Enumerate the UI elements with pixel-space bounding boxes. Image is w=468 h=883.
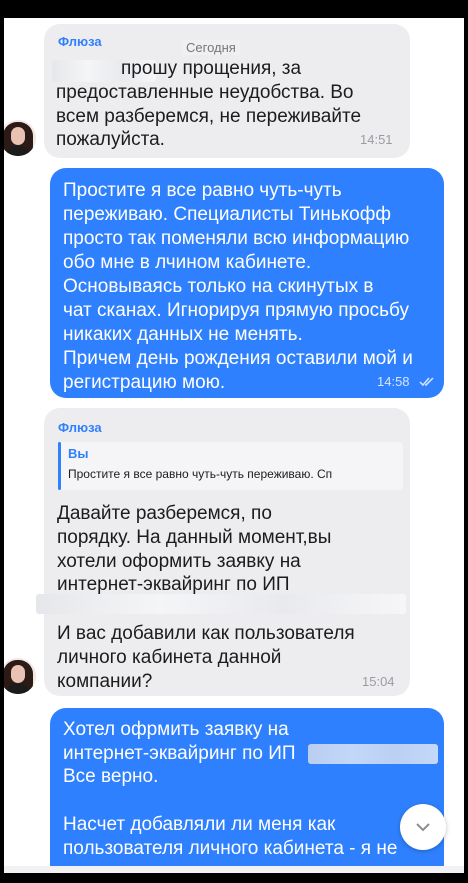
message-time: 14:58 [377, 374, 410, 389]
message-time: 14:51 [360, 132, 393, 147]
message-line: обо мне в лчином кабинете. [63, 252, 312, 273]
redacted-text [308, 744, 438, 764]
message-line: регистрацию мою. [63, 372, 226, 393]
screen-edge-bottom [0, 873, 468, 883]
message-line: Основываясь только на скинутых в [63, 276, 374, 297]
message-line: никаких данных не менять. [63, 324, 303, 345]
message-line: пользователя личного кабинета - я не [63, 838, 398, 859]
sender-name[interactable]: Флюза [58, 420, 102, 435]
message-line: порядку. На данный момент,вы [57, 527, 332, 548]
reply-indicator [58, 442, 61, 490]
reply-author: Вы [68, 446, 89, 461]
outgoing-message[interactable]: Простите я все равно чуть-чуть переживаю… [50, 168, 444, 398]
chevron-down-icon [416, 823, 430, 832]
screen-edge-right [464, 0, 468, 883]
message-line: Давайте разберемся, по [57, 503, 272, 524]
message-line: интернет-эквайринг по ИП [63, 743, 296, 764]
outgoing-message[interactable]: Хотел офрмить заявку на интернет-эквайри… [50, 708, 444, 883]
date-separator: Сегодня [182, 40, 240, 55]
avatar[interactable] [0, 658, 36, 694]
avatar[interactable] [0, 120, 36, 156]
message-time: 15:04 [362, 674, 395, 689]
message-line: личного кабинета данной [57, 647, 282, 668]
double-check-icon [419, 377, 434, 387]
reply-quote[interactable]: Вы Простите я все равно чуть-чуть пережи… [58, 442, 403, 490]
message-line: просто так поменяли всю информацию [63, 228, 410, 249]
message-line: И вас добавили как пользователя [57, 623, 355, 644]
message-line: предоставленные неудобства. Во [56, 82, 354, 103]
reply-text: Простите я все равно чуть-чуть переживаю… [68, 467, 333, 481]
scroll-down-button[interactable] [400, 804, 446, 850]
message-line: Насчет добавляли ли меня как [63, 814, 336, 835]
screen-edge-left [0, 0, 4, 883]
message-line: чат сканах. Игнорируя прямую просьбу [63, 300, 409, 321]
message-line: компании? [57, 671, 153, 692]
message-line: переживаю. Специалисты Тинькофф [63, 204, 391, 225]
message-line: хотели оформить заявку на [57, 551, 301, 572]
message-line: всем разберемся, не переживайте [56, 106, 362, 127]
message-line: Простите я все равно чуть-чуть [63, 180, 342, 201]
message-line: Причем день рождения оставили мой и [63, 348, 413, 369]
sender-name[interactable]: Флюза [58, 34, 102, 49]
chat-screen: Флюза прошу прощения, за предоставленные… [0, 0, 468, 883]
message-line: Все верно. [63, 766, 159, 787]
screen-edge-top [0, 0, 468, 18]
message-line: Хотел офрмить заявку на [63, 719, 289, 740]
message-line: пожалуйста. [56, 129, 165, 150]
message-line: прошу прощения, за [121, 58, 302, 79]
redacted-text [36, 594, 406, 614]
